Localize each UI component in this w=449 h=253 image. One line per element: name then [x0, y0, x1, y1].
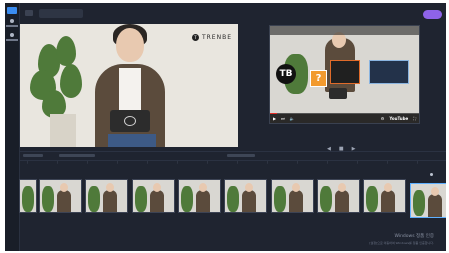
vp-bag: [329, 88, 347, 99]
ruler-tick: |: [147, 160, 149, 164]
thumb-head: [153, 183, 161, 192]
thumb-head: [106, 183, 114, 192]
video-preview[interactable]: TB ? ▶ ⏭ 🔈 ⚙ YouTube ⛶: [269, 25, 420, 124]
play-icon[interactable]: ▶: [273, 116, 276, 121]
timeline-ruler[interactable]: | | | | | | | | | | | | | |: [19, 160, 446, 166]
thumb-plant: [413, 190, 425, 216]
thumb-person: [242, 190, 256, 212]
volume-icon[interactable]: 🔈: [290, 116, 295, 121]
thumb-head: [199, 183, 207, 192]
brand-logo-icon: T: [191, 34, 199, 41]
thumb-person: [196, 190, 210, 212]
next-icon[interactable]: ⏭: [281, 116, 285, 121]
ruler-tick: |: [87, 160, 89, 164]
thumb-plant: [366, 186, 378, 212]
plant-leaf: [60, 64, 82, 98]
ruler-tick: |: [417, 160, 419, 164]
youtube-logo: YouTube: [389, 116, 409, 121]
watermark-subtitle: [설정]으로 이동하여 Windows를 정품 인증합니다.: [369, 241, 434, 245]
left-rail: [5, 3, 20, 251]
project-title[interactable]: [39, 9, 83, 18]
thumb-person: [103, 190, 117, 212]
person-jeans: [108, 134, 156, 147]
ruler-tick: |: [207, 160, 209, 164]
ruler-tick: |: [387, 160, 389, 164]
thumb-plant: [22, 186, 34, 212]
timeline-clip-thumbnail[interactable]: [85, 179, 128, 213]
back-button[interactable]: [25, 10, 33, 16]
timeline-clip-thumbnail[interactable]: [224, 179, 267, 213]
plant-pot: [50, 114, 76, 147]
timeline-clip-thumbnail[interactable]: [317, 179, 360, 213]
top-bar: [19, 3, 446, 25]
ruler-tick: |: [267, 160, 269, 164]
thumb-plant: [135, 186, 147, 212]
thumb-plant: [42, 186, 54, 212]
ruler-tick: |: [27, 160, 29, 164]
rail-label-media: [6, 25, 18, 27]
thumb-person: [381, 190, 395, 212]
timeline-clip-thumbnail[interactable]: [363, 179, 406, 213]
handbag-logo: [124, 116, 136, 126]
thumb-plant: [88, 186, 100, 212]
thumb-plant: [181, 186, 193, 212]
thumb-head: [245, 183, 253, 192]
brand-name: TRENBE: [201, 34, 232, 41]
text-icon[interactable]: [10, 33, 14, 37]
fullscreen-icon[interactable]: ⛶: [413, 116, 416, 121]
brand-watermark: T TRENBE: [191, 34, 232, 41]
timeline-clip-thumbnail[interactable]: [132, 179, 175, 213]
ruler-tick: |: [117, 160, 119, 164]
playhead-handle[interactable]: [430, 173, 433, 176]
timeline-clip-thumbnail[interactable]: [178, 179, 221, 213]
thumb-plant: [274, 186, 286, 212]
ruler-tick: |: [357, 160, 359, 164]
home-button[interactable]: [7, 7, 17, 14]
person-head: [116, 28, 144, 62]
ruler-tick: |: [297, 160, 299, 164]
vp-product-card: [369, 60, 409, 84]
thumb-head: [292, 183, 300, 192]
ruler-tick: |: [327, 160, 329, 164]
windows-activation-watermark: Windows 정품 인증 [설정]으로 이동하여 Windows를 정품 인증…: [369, 234, 434, 246]
ruler-tick: |: [177, 160, 179, 164]
app-window: T TRENBE TB ? ▶ ⏭ 🔈 ⚙ YouTube ⛶ ◀ ■ ▶ | …: [5, 3, 446, 251]
thumb-person: [57, 190, 71, 212]
thumb-head: [60, 183, 68, 192]
timeline-clip-thumbnail[interactable]: [19, 179, 37, 213]
thumb-person: [289, 190, 303, 212]
question-badge: ?: [310, 70, 327, 87]
thumb-person: [335, 190, 349, 212]
thumb-head: [338, 183, 346, 192]
ruler-tick: |: [57, 160, 59, 164]
main-preview-canvas[interactable]: T TRENBE: [20, 24, 238, 147]
timeline-clip-strip: [19, 179, 446, 218]
thumb-head: [431, 187, 439, 196]
settings-icon[interactable]: ⚙: [381, 116, 385, 121]
timeline-timecode: [227, 154, 255, 157]
thumb-person: [428, 194, 442, 217]
thumb-plant: [320, 186, 332, 212]
ruler-tick: |: [237, 160, 239, 164]
thumb-person: [150, 190, 164, 212]
vp-product-card: [330, 60, 360, 84]
timeline-clip-thumbnail[interactable]: [271, 179, 314, 213]
video-title-bar: [270, 26, 419, 35]
timeline-clip-thumbnail[interactable]: [410, 183, 446, 218]
export-button[interactable]: [423, 10, 442, 19]
thumb-plant: [227, 186, 239, 212]
plant-leaf: [56, 36, 76, 66]
channel-logo: TB: [276, 64, 296, 84]
timeline-tab[interactable]: [23, 154, 43, 157]
timeline-label: [59, 154, 95, 157]
media-icon[interactable]: [10, 19, 14, 23]
timeline-clip-thumbnail[interactable]: [39, 179, 82, 213]
rail-label-text: [6, 39, 18, 41]
video-controls: ▶ ⏭ 🔈 ⚙ YouTube ⛶: [270, 114, 419, 123]
thumb-head: [384, 183, 392, 192]
